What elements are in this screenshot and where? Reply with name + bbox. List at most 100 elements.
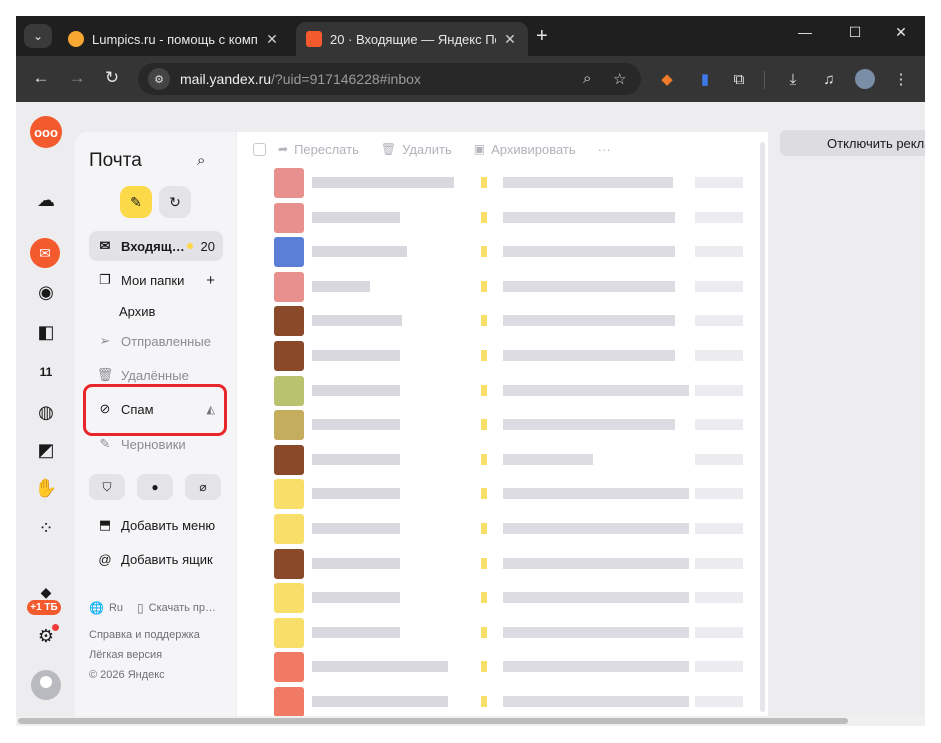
message-row[interactable] [237, 408, 768, 442]
message-row[interactable] [237, 512, 768, 546]
browser-menu-icon[interactable]: ⋮ [890, 68, 912, 90]
telemost-icon[interactable]: ◍ [32, 398, 60, 426]
message-row[interactable] [237, 304, 768, 338]
bookmark-star-icon[interactable]: ☆ [613, 70, 626, 88]
sender-placeholder [312, 280, 370, 292]
notes-icon[interactable]: ◩ [32, 436, 60, 464]
lumpics-favicon-icon [68, 31, 84, 47]
folder-inbox[interactable]: ✉ Входящие 20 [89, 231, 223, 261]
language-link[interactable]: Ru [109, 602, 123, 614]
extensions-puzzle-icon[interactable]: ⧉ [728, 68, 750, 90]
unread-marker [481, 350, 487, 361]
message-row[interactable] [237, 166, 768, 200]
message-row[interactable] [237, 477, 768, 511]
download-app-link[interactable]: Скачать приложение [149, 602, 219, 614]
extension-shield-icon[interactable]: ▮ [694, 68, 716, 90]
subject-placeholder [503, 696, 689, 707]
tab-yandex-mail[interactable]: 20 · Входящие — Яндекс Почта ✕ [296, 22, 528, 56]
select-all-checkbox[interactable] [253, 142, 266, 156]
tab-search-button[interactable]: ⌄ [24, 24, 52, 48]
delete-button[interactable]: 🗑 Удалить [381, 142, 452, 157]
search-icon[interactable]: ⌕ [197, 152, 205, 169]
unread-marker [481, 557, 487, 569]
mail-service-icon[interactable]: ✉ [30, 238, 60, 268]
calendar-icon[interactable]: 11 [32, 358, 60, 386]
date-placeholder [695, 211, 743, 223]
tab-title: Lumpics.ru - помощь с компьютером [92, 31, 258, 47]
important-filter-button[interactable]: ⛉ [89, 474, 125, 500]
reload-icon[interactable]: ↻ [101, 68, 123, 88]
date-placeholder [695, 592, 743, 604]
horizontal-scroll-thumb[interactable] [18, 718, 848, 724]
media-controls-icon[interactable]: ♫ [818, 68, 840, 90]
message-row[interactable] [237, 201, 768, 235]
folder-sent[interactable]: ➢ Отправленные [89, 326, 223, 356]
message-row[interactable] [237, 547, 768, 581]
folder-label: Удалённые [121, 367, 189, 383]
lite-version-link[interactable]: Лёгкая версия [89, 649, 162, 661]
folder-drafts[interactable]: ✎ Черновики [89, 429, 223, 459]
storage-badge[interactable]: +1 ТБ [27, 600, 61, 615]
unread-marker [481, 280, 487, 292]
message-row[interactable] [237, 685, 768, 716]
new-tab-button[interactable]: + [536, 26, 548, 46]
disk-icon[interactable]: ◧ [32, 318, 60, 346]
message-row[interactable] [237, 235, 768, 269]
attachments-filter-button[interactable]: ⌀ [185, 474, 221, 500]
tab-close-icon[interactable]: ✕ [502, 31, 518, 48]
close-window-button[interactable]: ✕ [886, 24, 916, 41]
message-row[interactable] [237, 339, 768, 373]
minimize-button[interactable]: — [790, 24, 820, 40]
copyright: © 2026 Яндекс [89, 669, 165, 681]
refresh-button[interactable]: ↻ [159, 186, 191, 218]
disable-ads-button[interactable]: Отключить рекламу [780, 130, 925, 156]
more-actions-button[interactable]: ··· [598, 142, 611, 157]
mail-page: ooo ☁ ✉ ◉ ◧ 11 ◍ ◩ ✋ ⁘ ◆ +1 ТБ ⚙ Почта ⌕… [16, 102, 925, 716]
maximize-button[interactable]: ☐ [840, 24, 870, 41]
folder-label: Черновики [121, 436, 186, 452]
tab-close-icon[interactable]: ✕ [264, 31, 280, 48]
message-row[interactable] [237, 443, 768, 477]
message-row[interactable] [237, 616, 768, 650]
profile-avatar-icon[interactable] [854, 68, 876, 90]
list-scrollbar[interactable] [760, 142, 765, 712]
unread-marker [481, 523, 487, 534]
all-services-icon[interactable]: ⁘ [32, 514, 60, 542]
add-folder-icon[interactable]: + [206, 272, 215, 289]
horizontal-scrollbar[interactable] [16, 716, 925, 726]
unread-filter-button[interactable]: ● [137, 474, 173, 500]
unread-marker [481, 315, 487, 327]
refresh-icon: ↻ [169, 193, 181, 210]
back-icon[interactable]: ← [30, 68, 52, 88]
archive-button[interactable]: ▣ Архивировать [474, 142, 576, 157]
site-info-icon[interactable]: ⚙ [148, 68, 170, 90]
date-placeholder [695, 177, 743, 188]
add-mailbox-item[interactable]: @ Добавить ящик [89, 544, 223, 574]
extension-fox-icon[interactable]: ◆ [656, 68, 678, 90]
sender-avatar [274, 237, 304, 268]
message-row[interactable] [237, 374, 768, 408]
sender-avatar [274, 514, 304, 544]
folder-my-folders[interactable]: ❐ Мои папки + [89, 265, 223, 295]
messenger-icon[interactable]: ◉ [32, 278, 60, 306]
message-row[interactable] [237, 581, 768, 615]
forward-button[interactable]: ➦ Переслать [278, 142, 359, 157]
folder-archive[interactable]: Архив [119, 296, 219, 326]
zoom-icon[interactable]: ⌕ [583, 70, 591, 87]
help-link[interactable]: Справка и поддержка [89, 629, 200, 641]
sender-avatar [274, 583, 304, 614]
compose-button[interactable]: ✎ [120, 186, 152, 218]
user-avatar[interactable] [31, 670, 61, 700]
message-row[interactable] [237, 270, 768, 304]
address-bar[interactable]: ⚙ mail.yandex.ru /?uid=917146228#inbox ⌕… [138, 63, 641, 95]
unread-marker [481, 177, 487, 188]
download-icon[interactable]: ⤓ [782, 68, 804, 90]
tab-lumpics[interactable]: Lumpics.ru - помощь с компьютером ✕ [58, 22, 290, 56]
message-row[interactable] [237, 650, 768, 684]
yandex-360-logo-icon[interactable]: ooo [30, 116, 62, 148]
forward-icon[interactable]: → [66, 68, 88, 88]
sender-placeholder [312, 419, 400, 431]
cloud-icon[interactable]: ☁ [32, 186, 60, 214]
add-menu-item[interactable]: ⬒ Добавить меню [89, 510, 223, 540]
forms-icon[interactable]: ✋ [32, 474, 60, 502]
